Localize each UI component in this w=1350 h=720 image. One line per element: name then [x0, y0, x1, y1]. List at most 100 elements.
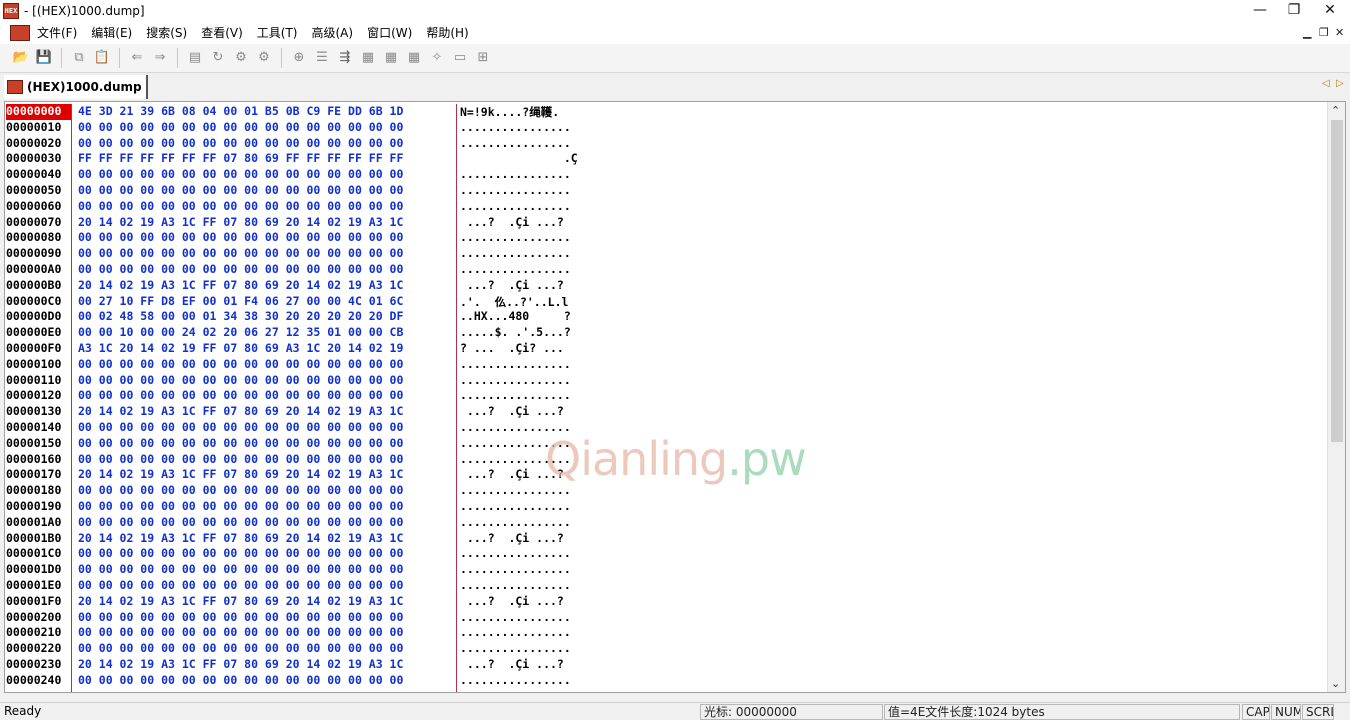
- tool2-icon[interactable]: ↻: [209, 49, 227, 67]
- hex-row[interactable]: 00 00 00 00 00 00 00 00 00 00 00 00 00 0…: [73, 610, 456, 626]
- scroll-down-icon[interactable]: ⌄: [1331, 677, 1340, 690]
- hex-row[interactable]: 20 14 02 19 A3 1C FF 07 80 69 20 14 02 1…: [73, 278, 456, 294]
- hex-row[interactable]: 00 00 00 00 00 00 00 00 00 00 00 00 00 0…: [73, 452, 456, 468]
- ascii-row[interactable]: ...? .Çi ...?: [458, 278, 658, 294]
- ascii-row[interactable]: ................: [458, 183, 658, 199]
- back-arrow-icon[interactable]: ⇐: [128, 49, 146, 67]
- hex-row[interactable]: 00 27 10 FF D8 EF 00 01 F4 06 27 00 00 4…: [73, 294, 456, 310]
- hex-row[interactable]: 00 00 00 00 00 00 00 00 00 00 00 00 00 0…: [73, 199, 456, 215]
- hex-row[interactable]: 00 00 00 00 00 00 00 00 00 00 00 00 00 0…: [73, 183, 456, 199]
- menu-tools[interactable]: 工具(T): [250, 22, 305, 44]
- menu-window[interactable]: 窗口(W): [360, 22, 419, 44]
- ascii-row[interactable]: ................: [458, 246, 658, 262]
- hex-row[interactable]: 00 00 00 00 00 00 00 00 00 00 00 00 00 0…: [73, 262, 456, 278]
- hex-row[interactable]: 00 00 00 00 00 00 00 00 00 00 00 00 00 0…: [73, 136, 456, 152]
- ascii-row[interactable]: .....$. .'.5...?: [458, 325, 658, 341]
- document-icon[interactable]: [10, 25, 30, 41]
- hex-row[interactable]: 20 14 02 19 A3 1C FF 07 80 69 20 14 02 1…: [73, 467, 456, 483]
- tool11-icon[interactable]: ✧: [428, 49, 446, 67]
- ascii-row[interactable]: ................: [458, 262, 658, 278]
- menu-search[interactable]: 搜索(S): [139, 22, 194, 44]
- ascii-row[interactable]: ................: [458, 641, 658, 657]
- vertical-scrollbar[interactable]: ⌃ ⌄: [1327, 102, 1345, 692]
- hex-row[interactable]: 00 00 00 00 00 00 00 00 00 00 00 00 00 0…: [73, 673, 456, 689]
- forward-arrow-icon[interactable]: ⇒: [151, 49, 169, 67]
- tab-hex-dump[interactable]: (HEX)1000.dump: [4, 75, 148, 99]
- menu-file[interactable]: 文件(F): [30, 22, 84, 44]
- menu-advanced[interactable]: 高级(A): [305, 22, 361, 44]
- copy-icon[interactable]: ⧉: [70, 49, 88, 67]
- hex-row[interactable]: 00 00 00 00 00 00 00 00 00 00 00 00 00 0…: [73, 483, 456, 499]
- tool9-icon[interactable]: ▦: [382, 49, 400, 67]
- ascii-row[interactable]: ................: [458, 578, 658, 594]
- ascii-row[interactable]: .'. 仫..?'..L.l: [458, 294, 658, 310]
- close-button[interactable]: ✕: [1312, 0, 1348, 22]
- ascii-row[interactable]: ................: [458, 357, 658, 373]
- hex-row[interactable]: 00 00 00 00 00 00 00 00 00 00 00 00 00 0…: [73, 373, 456, 389]
- ascii-row[interactable]: ..HX...480 ?: [458, 309, 658, 325]
- hex-row[interactable]: 4E 3D 21 39 6B 08 04 00 01 B5 0B C9 FE D…: [73, 104, 456, 120]
- hex-row[interactable]: 00 00 00 00 00 00 00 00 00 00 00 00 00 0…: [73, 120, 456, 136]
- scroll-thumb[interactable]: [1331, 120, 1343, 442]
- tab-next-icon[interactable]: ▷: [1336, 78, 1344, 89]
- hex-row[interactable]: 00 00 00 00 00 00 00 00 00 00 00 00 00 0…: [73, 436, 456, 452]
- ascii-row[interactable]: ? ... .Çi? ...: [458, 341, 658, 357]
- ascii-row[interactable]: ................: [458, 546, 658, 562]
- hex-row[interactable]: 20 14 02 19 A3 1C FF 07 80 69 20 14 02 1…: [73, 215, 456, 231]
- hex-row[interactable]: 00 00 00 00 00 00 00 00 00 00 00 00 00 0…: [73, 546, 456, 562]
- tool5-icon[interactable]: ⊕: [290, 49, 308, 67]
- tool8-icon[interactable]: ▦: [359, 49, 377, 67]
- tab-prev-icon[interactable]: ◁: [1322, 78, 1330, 89]
- hex-row[interactable]: 20 14 02 19 A3 1C FF 07 80 69 20 14 02 1…: [73, 594, 456, 610]
- ascii-row[interactable]: ...? .Çi ...?: [458, 594, 658, 610]
- maximize-button[interactable]: ❐: [1276, 0, 1312, 22]
- hex-row[interactable]: 00 00 00 00 00 00 00 00 00 00 00 00 00 0…: [73, 641, 456, 657]
- ascii-row[interactable]: ................: [458, 136, 658, 152]
- open-folder-icon[interactable]: 📂: [12, 49, 30, 67]
- tool13-icon[interactable]: ⊞: [474, 49, 492, 67]
- hex-row[interactable]: 00 00 00 00 00 00 00 00 00 00 00 00 00 0…: [73, 625, 456, 641]
- ascii-row[interactable]: ...? .Çi ...?: [458, 404, 658, 420]
- ascii-row[interactable]: ................: [458, 515, 658, 531]
- hex-row[interactable]: 00 00 00 00 00 00 00 00 00 00 00 00 00 0…: [73, 388, 456, 404]
- hex-row[interactable]: 00 00 10 00 00 24 02 20 06 27 12 35 01 0…: [73, 325, 456, 341]
- ascii-row[interactable]: ................: [458, 167, 658, 183]
- save-icon[interactable]: 💾: [35, 49, 53, 67]
- mdi-restore-button[interactable]: ❐: [1319, 26, 1329, 39]
- mdi-minimize-button[interactable]: ▁: [1303, 26, 1311, 39]
- menu-help[interactable]: 帮助(H): [419, 22, 475, 44]
- tool12-icon[interactable]: ▭: [451, 49, 469, 67]
- menu-view[interactable]: 查看(V): [194, 22, 250, 44]
- menu-edit[interactable]: 编辑(E): [84, 22, 139, 44]
- hex-row[interactable]: FF FF FF FF FF FF FF 07 80 69 FF FF FF F…: [73, 151, 456, 167]
- ascii-row[interactable]: ................: [458, 373, 658, 389]
- hex-row[interactable]: 00 00 00 00 00 00 00 00 00 00 00 00 00 0…: [73, 499, 456, 515]
- ascii-row[interactable]: ................: [458, 562, 658, 578]
- tool1-icon[interactable]: ▤: [186, 49, 204, 67]
- ascii-row[interactable]: ................: [458, 388, 658, 404]
- hex-row[interactable]: 00 00 00 00 00 00 00 00 00 00 00 00 00 0…: [73, 246, 456, 262]
- ascii-row[interactable]: ................: [458, 199, 658, 215]
- paste-icon[interactable]: 📋: [93, 49, 111, 67]
- hex-row[interactable]: 00 00 00 00 00 00 00 00 00 00 00 00 00 0…: [73, 515, 456, 531]
- tool7-icon[interactable]: ⇶: [336, 49, 354, 67]
- tool3-icon[interactable]: ⚙: [232, 49, 250, 67]
- ascii-row[interactable]: ................: [458, 120, 658, 136]
- hex-row[interactable]: 00 00 00 00 00 00 00 00 00 00 00 00 00 0…: [73, 167, 456, 183]
- ascii-row[interactable]: N=!9k....?绳韄.: [458, 104, 658, 120]
- ascii-row[interactable]: ................: [458, 625, 658, 641]
- hex-row[interactable]: 00 00 00 00 00 00 00 00 00 00 00 00 00 0…: [73, 357, 456, 373]
- hex-row[interactable]: 00 00 00 00 00 00 00 00 00 00 00 00 00 0…: [73, 420, 456, 436]
- hex-row[interactable]: 00 00 00 00 00 00 00 00 00 00 00 00 00 0…: [73, 230, 456, 246]
- hex-row[interactable]: 20 14 02 19 A3 1C FF 07 80 69 20 14 02 1…: [73, 657, 456, 673]
- minimize-button[interactable]: —: [1242, 0, 1278, 22]
- hex-editor[interactable]: 00000000 00000010 00000020 00000030 00000040…: [4, 101, 1346, 693]
- hex-row[interactable]: 20 14 02 19 A3 1C FF 07 80 69 20 14 02 1…: [73, 531, 456, 547]
- ascii-row[interactable]: ................: [458, 673, 658, 689]
- hex-row[interactable]: 00 00 00 00 00 00 00 00 00 00 00 00 00 0…: [73, 562, 456, 578]
- hex-row[interactable]: 00 02 48 58 00 00 01 34 38 30 20 20 20 2…: [73, 309, 456, 325]
- ascii-row[interactable]: ...? .Çi ...?: [458, 657, 658, 673]
- hex-row[interactable]: 00 00 00 00 00 00 00 00 00 00 00 00 00 0…: [73, 578, 456, 594]
- ascii-row[interactable]: ...? .Çi ...?: [458, 215, 658, 231]
- hex-row[interactable]: A3 1C 20 14 02 19 FF 07 80 69 A3 1C 20 1…: [73, 341, 456, 357]
